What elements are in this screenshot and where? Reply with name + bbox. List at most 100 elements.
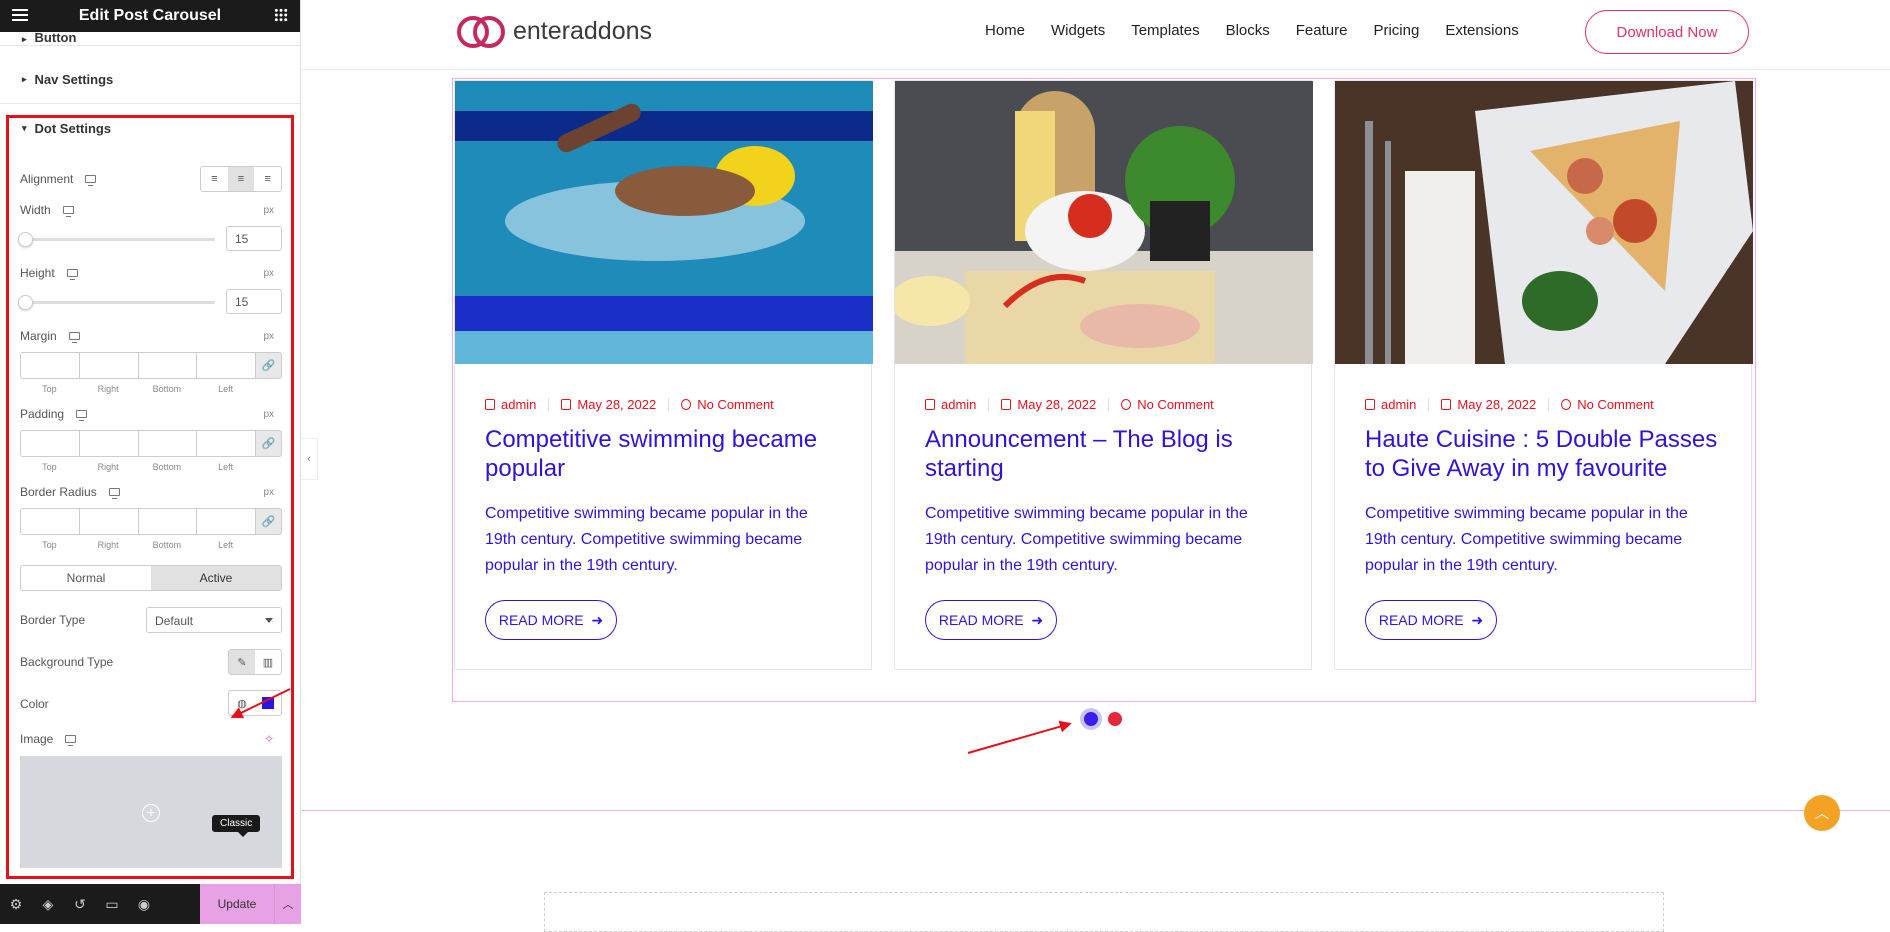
carousel-dot[interactable] bbox=[1108, 712, 1122, 726]
width-input[interactable]: 15 bbox=[226, 226, 282, 251]
brand-logo[interactable]: enteraddons bbox=[457, 14, 652, 48]
chevron-up-icon[interactable]: ︿ bbox=[274, 884, 301, 924]
read-more-button[interactable]: READ MORE ➜ bbox=[1365, 600, 1497, 640]
post-comments[interactable]: No Comment bbox=[1137, 397, 1214, 412]
align-center-icon[interactable]: ≡ bbox=[227, 167, 255, 191]
nav-blocks[interactable]: Blocks bbox=[1226, 22, 1270, 39]
align-right-icon[interactable]: ≡ bbox=[254, 167, 281, 191]
desktop-icon[interactable] bbox=[85, 175, 97, 186]
margin-inputs: 🔗 bbox=[20, 352, 282, 379]
desktop-icon[interactable] bbox=[76, 410, 88, 421]
image-picker[interactable]: + bbox=[20, 756, 282, 868]
responsive-mode-icon[interactable]: ▭ bbox=[96, 884, 128, 924]
margin-unit[interactable]: px bbox=[263, 331, 274, 342]
desktop-icon[interactable] bbox=[66, 269, 78, 280]
carousel-dot-active[interactable] bbox=[1080, 708, 1102, 730]
desktop-icon[interactable] bbox=[68, 332, 80, 343]
radius-left-input[interactable] bbox=[196, 508, 255, 535]
radius-right-input[interactable] bbox=[78, 508, 138, 535]
nav-widgets[interactable]: Widgets bbox=[1051, 22, 1105, 39]
radius-unit[interactable]: px bbox=[263, 487, 274, 498]
post-author[interactable]: admin bbox=[941, 397, 976, 412]
link-icon[interactable]: 🔗 bbox=[255, 508, 282, 535]
height-unit[interactable]: px bbox=[263, 268, 274, 279]
post-comments[interactable]: No Comment bbox=[697, 397, 774, 412]
desktop-icon[interactable] bbox=[65, 735, 77, 746]
pizza-plate-photo[interactable] bbox=[1335, 81, 1753, 364]
section-button[interactable]: ▸ Button bbox=[0, 30, 300, 46]
radius-bottom-input[interactable] bbox=[137, 508, 197, 535]
read-more-button[interactable]: READ MORE ➜ bbox=[485, 600, 617, 640]
widgets-grid-icon[interactable] bbox=[274, 8, 288, 22]
brush-icon[interactable]: ✎ bbox=[229, 650, 255, 674]
margin-right-input[interactable] bbox=[78, 352, 138, 379]
height-slider[interactable] bbox=[18, 295, 215, 310]
padding-unit[interactable]: px bbox=[263, 409, 274, 420]
post-author[interactable]: admin bbox=[1381, 397, 1416, 412]
nav-pricing[interactable]: Pricing bbox=[1373, 22, 1419, 39]
nav-templates[interactable]: Templates bbox=[1131, 22, 1199, 39]
swimmer-photo[interactable] bbox=[455, 81, 873, 364]
link-icon[interactable]: 🔗 bbox=[255, 352, 282, 379]
post-title[interactable]: Competitive swimming became popular bbox=[485, 425, 845, 483]
post-comments[interactable]: No Comment bbox=[1577, 397, 1654, 412]
hamburger-menu-icon[interactable] bbox=[12, 9, 28, 21]
post-author[interactable]: admin bbox=[501, 397, 536, 412]
margin-dim-labels: Top Right Bottom Left bbox=[42, 384, 234, 394]
comment-icon bbox=[681, 399, 692, 410]
height-row: Height px bbox=[20, 263, 282, 283]
post-date[interactable]: May 28, 2022 bbox=[577, 397, 656, 412]
read-more-button[interactable]: READ MORE ➜ bbox=[925, 600, 1057, 640]
nav-feature[interactable]: Feature bbox=[1296, 22, 1348, 39]
add-image-icon[interactable]: + bbox=[142, 804, 160, 822]
radius-inputs: 🔗 bbox=[20, 508, 282, 535]
width-slider[interactable] bbox=[18, 232, 215, 247]
link-icon[interactable]: 🔗 bbox=[255, 430, 282, 457]
panel-header: Edit Post Carousel bbox=[0, 0, 300, 32]
radius-top-input[interactable] bbox=[20, 508, 79, 535]
desktop-icon[interactable] bbox=[108, 488, 120, 499]
post-meta: admin May 28, 2022 No Comment bbox=[925, 397, 1214, 412]
post-title[interactable]: Haute Cuisine : 5 Double Passes to Give … bbox=[1365, 425, 1725, 483]
margin-top-input[interactable] bbox=[20, 352, 79, 379]
margin-bottom-input[interactable] bbox=[137, 352, 197, 379]
preview-eye-icon[interactable]: ◉ bbox=[128, 884, 160, 924]
post-date[interactable]: May 28, 2022 bbox=[1457, 397, 1536, 412]
post-date[interactable]: May 28, 2022 bbox=[1017, 397, 1096, 412]
main-nav: Home Widgets Templates Blocks Feature Pr… bbox=[985, 22, 1545, 39]
gradient-icon[interactable]: ▥ bbox=[255, 650, 281, 674]
kitchen-ingredients-photo[interactable] bbox=[895, 81, 1313, 364]
download-now-button[interactable]: Download Now bbox=[1585, 10, 1749, 54]
align-left-icon[interactable]: ≡ bbox=[201, 167, 228, 191]
nav-extensions[interactable]: Extensions bbox=[1445, 22, 1518, 39]
tab-active[interactable]: Active bbox=[151, 566, 281, 590]
slider-handle[interactable] bbox=[18, 295, 33, 310]
history-icon[interactable]: ↺ bbox=[64, 884, 96, 924]
desktop-icon[interactable] bbox=[62, 206, 74, 217]
padding-left-input[interactable] bbox=[196, 430, 255, 457]
update-button[interactable]: Update bbox=[200, 884, 274, 924]
margin-left-input[interactable] bbox=[196, 352, 255, 379]
drop-zone[interactable] bbox=[544, 892, 1664, 932]
slider-handle[interactable] bbox=[18, 232, 33, 247]
section-nav-settings[interactable]: ▸ Nav Settings bbox=[0, 56, 300, 104]
margin-row: Margin px bbox=[20, 326, 282, 346]
section-dot-settings[interactable]: ▾ Dot Settings bbox=[0, 104, 300, 152]
height-input[interactable]: 15 bbox=[226, 289, 282, 314]
post-meta: admin May 28, 2022 No Comment bbox=[1365, 397, 1654, 412]
scroll-to-top-button[interactable]: ︿ bbox=[1804, 795, 1840, 831]
tab-normal[interactable]: Normal bbox=[21, 566, 151, 590]
post-title[interactable]: Announcement – The Blog is starting bbox=[925, 425, 1285, 483]
border-type-select[interactable]: Default bbox=[146, 607, 282, 633]
padding-bottom-input[interactable] bbox=[137, 430, 197, 457]
width-unit[interactable]: px bbox=[263, 205, 274, 216]
layers-icon[interactable]: ◈ bbox=[32, 884, 64, 924]
arrow-right-icon: ➜ bbox=[591, 611, 604, 628]
settings-gear-icon[interactable]: ⚙ bbox=[0, 884, 32, 924]
post-card: admin May 28, 2022 No Comment Haute Cuisin… bbox=[1334, 80, 1753, 670]
site-header: enteraddons Home Widgets Templates Block… bbox=[302, 0, 1890, 70]
padding-top-input[interactable] bbox=[20, 430, 79, 457]
nav-home[interactable]: Home bbox=[985, 22, 1025, 39]
ai-sparkle-icon[interactable]: ✧ bbox=[264, 732, 274, 746]
padding-right-input[interactable] bbox=[78, 430, 138, 457]
